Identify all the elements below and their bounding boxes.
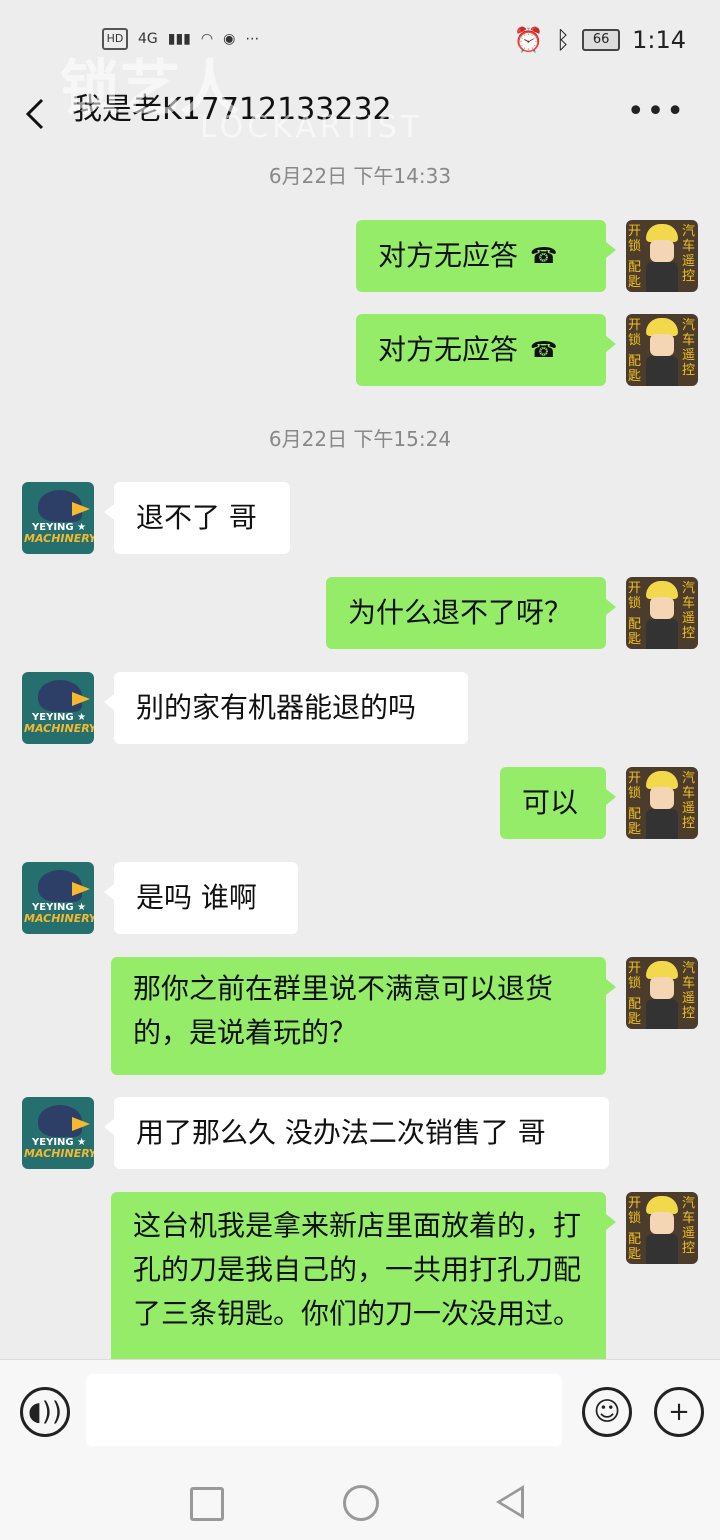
emoji-icon[interactable]: ☺: [582, 1387, 632, 1437]
plus-icon[interactable]: +: [654, 1387, 704, 1437]
avatar-contact[interactable]: YEYING ★ MACHINERY: [22, 862, 94, 934]
avatar-me[interactable]: 开锁 配匙 汽车遥控: [626, 314, 698, 386]
message-bubble-received[interactable]: 别的家有机器能退的吗: [104, 672, 468, 744]
message-bubble-sent[interactable]: 可以: [500, 767, 616, 839]
input-bar: ◖)) ☺ +: [0, 1359, 720, 1464]
network-label: 4G: [138, 31, 158, 47]
chat-header: 我是老K17712133232 •••: [0, 80, 720, 156]
message-bubble-sent[interactable]: 对方无应答 ☎: [356, 314, 616, 386]
avatar-contact[interactable]: YEYING ★ MACHINERY: [22, 482, 94, 554]
avatar-contact[interactable]: YEYING ★ MACHINERY: [22, 672, 94, 744]
alarm-icon: ⏰: [513, 26, 544, 54]
battery-icon: 66: [582, 29, 621, 51]
phone-hangup-icon: ☎: [530, 244, 558, 269]
back-arrow-icon[interactable]: [22, 94, 52, 134]
message-bubble-received[interactable]: 退不了 哥: [104, 482, 290, 554]
message-bubble-received[interactable]: 是吗 谁啊: [104, 862, 298, 934]
more-options-icon[interactable]: •••: [627, 94, 686, 129]
message-bubble-sent[interactable]: 为什么退不了呀？: [326, 577, 616, 649]
more-notifications-icon: ⋯: [245, 31, 260, 47]
notification-icon: ◉: [223, 31, 236, 47]
status-icons-right: ⏰ ᛒ 66 1:14: [514, 26, 686, 54]
chat-title: 我是老K17712133232: [72, 92, 392, 127]
message-bubble-sent[interactable]: 那你之前在群里说不满意可以退货的，是说着玩的？: [111, 957, 616, 1075]
voice-icon[interactable]: ◖)): [20, 1387, 70, 1437]
message-bubble-sent[interactable]: 这台机我是拿来新店里面放着的，打孔的刀是我自己的，一共用打孔刀配了三条钥匙。你们…: [111, 1192, 616, 1359]
system-nav-bar: [0, 1463, 720, 1540]
recent-apps-icon[interactable]: [190, 1487, 224, 1521]
message-bubble-received[interactable]: 用了那么久 没办法二次销售了 哥: [104, 1097, 609, 1169]
back-icon[interactable]: [496, 1485, 524, 1519]
status-bar: HD 4G ▮▮▮ ◠ ◉ ⋯ ⏰ ᛒ 66 1:14: [0, 0, 720, 80]
status-icons-left: HD 4G ▮▮▮ ◠ ◉ ⋯: [102, 28, 259, 50]
phone-hangup-icon: ☎: [530, 338, 558, 363]
chat-area[interactable]: 6月22日 下午14:33 对方无应答 ☎ 开锁 配匙 汽车遥控 对方无应答 ☎ 开…: [0, 156, 720, 1359]
message-text: 对方无应答: [378, 333, 519, 366]
clock: 1:14: [632, 26, 686, 54]
hd-badge: HD: [102, 28, 128, 50]
avatar-me[interactable]: 开锁 配匙 汽车遥控: [626, 957, 698, 1029]
avatar-me[interactable]: 开锁 配匙 汽车遥控: [626, 220, 698, 292]
avatar-me[interactable]: 开锁 配匙 汽车遥控: [626, 767, 698, 839]
timestamp: 6月22日 下午15:24: [268, 427, 452, 451]
home-icon[interactable]: [343, 1485, 379, 1521]
message-input[interactable]: [86, 1374, 562, 1446]
message-text: 对方无应答: [378, 239, 519, 272]
avatar-me[interactable]: 开锁 配匙 汽车遥控: [626, 1192, 698, 1264]
timestamp: 6月22日 下午14:33: [268, 164, 452, 188]
avatar-contact[interactable]: YEYING ★ MACHINERY: [22, 1097, 94, 1169]
wifi-icon: ◠: [200, 31, 214, 47]
avatar-me[interactable]: 开锁 配匙 汽车遥控: [626, 577, 698, 649]
message-bubble-sent[interactable]: 对方无应答 ☎: [356, 220, 616, 292]
signal-icon: ▮▮▮: [167, 31, 191, 47]
bluetooth-icon: ᛒ: [555, 26, 571, 54]
